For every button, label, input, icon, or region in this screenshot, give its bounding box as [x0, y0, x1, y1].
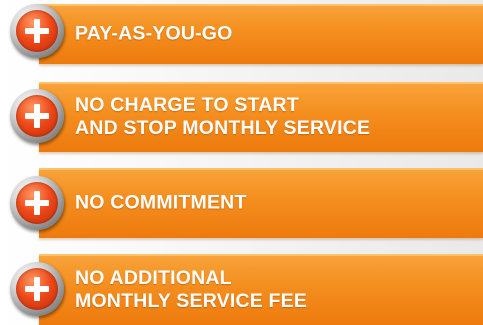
benefit-text: NO COMMITMENT [75, 192, 247, 215]
plus-circle-icon [10, 4, 64, 58]
benefit-banner-4: NO ADDITIONAL MONTHLY SERVICE FEE [39, 254, 483, 325]
benefit-line: PAY-AS-YOU-GO [75, 22, 233, 45]
plus-circle-icon [10, 176, 64, 230]
benefit-line: NO ADDITIONAL [75, 266, 232, 289]
benefit-line: NO COMMITMENT [75, 191, 247, 214]
benefit-banner-3: NO COMMITMENT [39, 168, 483, 238]
benefit-text: NO CHARGE TO START AND STOP MONTHLY SERV… [75, 94, 370, 140]
benefit-banner-1: PAY-AS-YOU-GO [39, 4, 483, 64]
benefit-text: PAY-AS-YOU-GO [75, 23, 233, 46]
benefit-banner-2: NO CHARGE TO START AND STOP MONTHLY SERV… [39, 82, 483, 152]
benefit-text: NO ADDITIONAL MONTHLY SERVICE FEE [75, 267, 307, 313]
benefit-line: MONTHLY SERVICE FEE [75, 289, 308, 312]
benefit-line: AND STOP MONTHLY SERVICE [75, 117, 371, 139]
benefit-line: NO CHARGE TO START [75, 94, 299, 116]
plus-circle-icon [10, 89, 64, 143]
plus-circle-icon [10, 262, 64, 316]
